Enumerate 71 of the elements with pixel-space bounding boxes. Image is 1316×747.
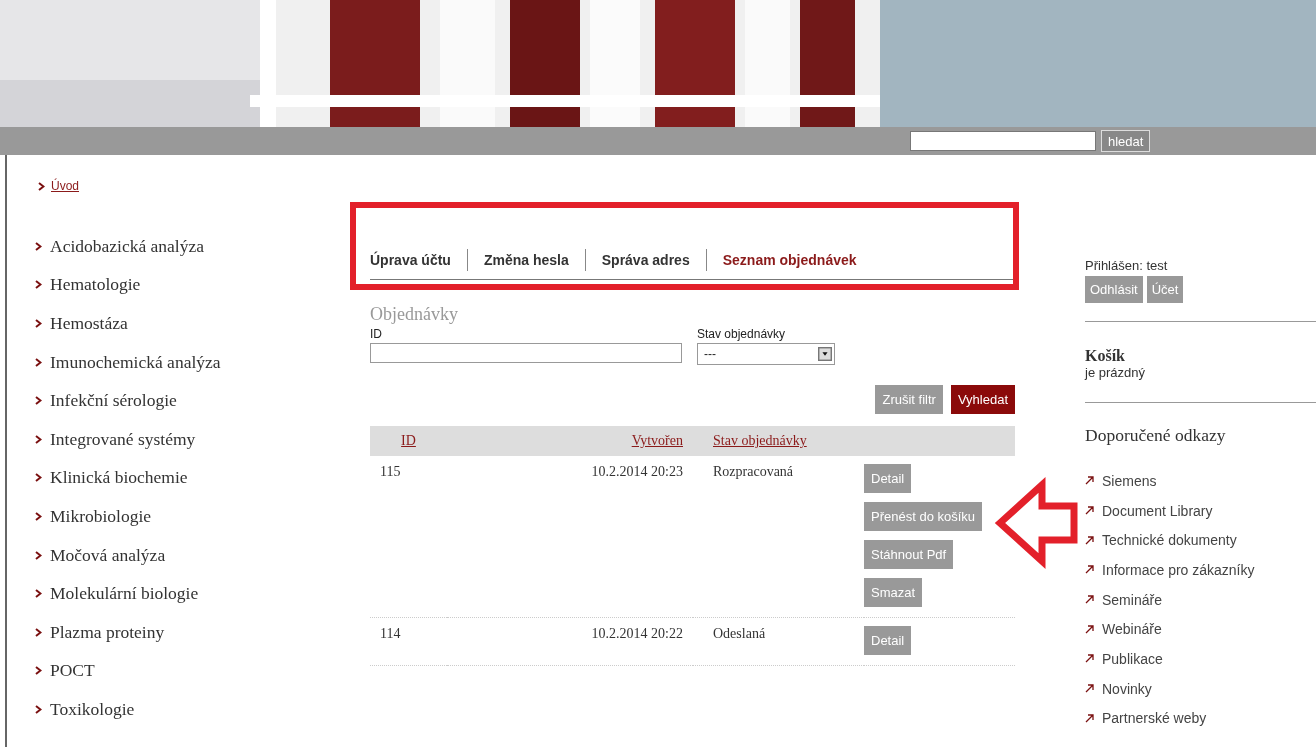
cart-title: Košík — [1085, 347, 1126, 365]
tab[interactable]: Změna hesla — [466, 249, 585, 271]
id-field[interactable] — [370, 343, 682, 363]
field-label: Stav objednávky — [697, 327, 787, 341]
sidebar-item[interactable]: Močová analýza — [50, 544, 166, 566]
breadcrumb-link[interactable]: Úvod — [51, 179, 79, 193]
external-link-icon — [1085, 535, 1094, 545]
links-title: Doporučené odkazy — [1085, 425, 1227, 446]
cart-status: je prázdný — [1085, 365, 1146, 380]
column-header[interactable]: Vytvořen — [631, 433, 683, 448]
chevron-icon — [35, 589, 42, 599]
recommended-link[interactable]: Webináře — [1102, 621, 1162, 638]
recommended-link[interactable]: Partnerské weby — [1102, 710, 1207, 727]
table-cell: 10.2.2014 20:22 — [591, 626, 683, 641]
login-status: Přihlášen: test — [1085, 258, 1169, 273]
column-header[interactable]: ID — [401, 433, 416, 448]
chevron-icon — [35, 319, 42, 328]
table-cell: 10.2.2014 20:23 — [591, 464, 683, 479]
chevron-icon — [35, 280, 42, 290]
chevron-icon — [35, 241, 42, 251]
external-link-icon — [1085, 624, 1094, 634]
tab[interactable]: Úprava účtu — [370, 249, 467, 271]
sidebar-item[interactable]: Molekulární biologie — [50, 583, 199, 605]
chevron-icon — [35, 704, 42, 714]
chevron-icon — [35, 396, 42, 406]
external-link-icon — [1085, 476, 1094, 486]
tab[interactable]: Seznam objednávek — [705, 249, 873, 271]
sidebar-item[interactable]: Hematologie — [50, 274, 141, 296]
field-label: ID — [370, 327, 383, 341]
recommended-link[interactable]: Novinky — [1102, 680, 1152, 697]
external-link-icon — [1085, 595, 1094, 605]
chevron-icon — [35, 357, 42, 367]
external-link-icon — [1085, 654, 1094, 664]
sidebar-item[interactable]: POCT — [50, 660, 95, 682]
table-cell: 114 — [380, 626, 401, 641]
recommended-link[interactable]: Semináře — [1102, 591, 1162, 608]
chevron-icon — [35, 666, 42, 676]
search-button[interactable]: hledat — [1101, 130, 1151, 152]
recommended-link[interactable]: Publikace — [1102, 650, 1163, 667]
sidebar-item[interactable]: Plazma proteiny — [50, 621, 165, 643]
external-link-icon — [1085, 565, 1094, 575]
external-link-icon — [1085, 713, 1094, 723]
chevron-icon — [35, 627, 42, 637]
tab[interactable]: Správa adres — [584, 249, 706, 271]
sidebar-item[interactable]: Toxikologie — [50, 698, 135, 720]
recommended-link[interactable]: Informace pro zákazníky — [1102, 561, 1255, 578]
chevron-icon — [35, 473, 42, 483]
external-link-icon — [1085, 684, 1094, 694]
chevron-icon — [35, 434, 42, 444]
sidebar-item[interactable]: Imunochemická analýza — [50, 351, 221, 373]
sidebar-item[interactable]: Mikrobiologie — [50, 505, 152, 527]
caret-icon — [818, 347, 832, 361]
sidebar-item[interactable]: Klinická biochemie — [50, 467, 188, 489]
chevron-icon — [35, 550, 42, 560]
status-dropdown[interactable]: --- — [697, 343, 835, 365]
chevron-icon — [38, 181, 45, 191]
search-button[interactable]: Vyhledat — [950, 385, 1015, 414]
table-cell: Rozpracovaná — [713, 464, 794, 479]
table-cell: 115 — [380, 464, 401, 479]
table-cell: Odeslaná — [713, 626, 766, 641]
sidebar-item[interactable]: Infekční sérologie — [50, 390, 177, 412]
search-field[interactable] — [910, 131, 1096, 151]
sidebar-item[interactable]: Integrované systémy — [50, 428, 196, 450]
section-title: Objednávky — [370, 304, 459, 325]
external-link-icon — [1085, 506, 1094, 516]
recommended-link[interactable]: Siemens — [1102, 472, 1157, 489]
sidebar-item[interactable]: Acidobazická analýza — [50, 235, 204, 257]
recommended-link[interactable]: Document Library — [1102, 502, 1213, 519]
chevron-icon — [35, 511, 42, 521]
sidebar-item[interactable]: Hemostáza — [50, 313, 128, 334]
recommended-link[interactable]: Technické dokumenty — [1102, 532, 1237, 549]
